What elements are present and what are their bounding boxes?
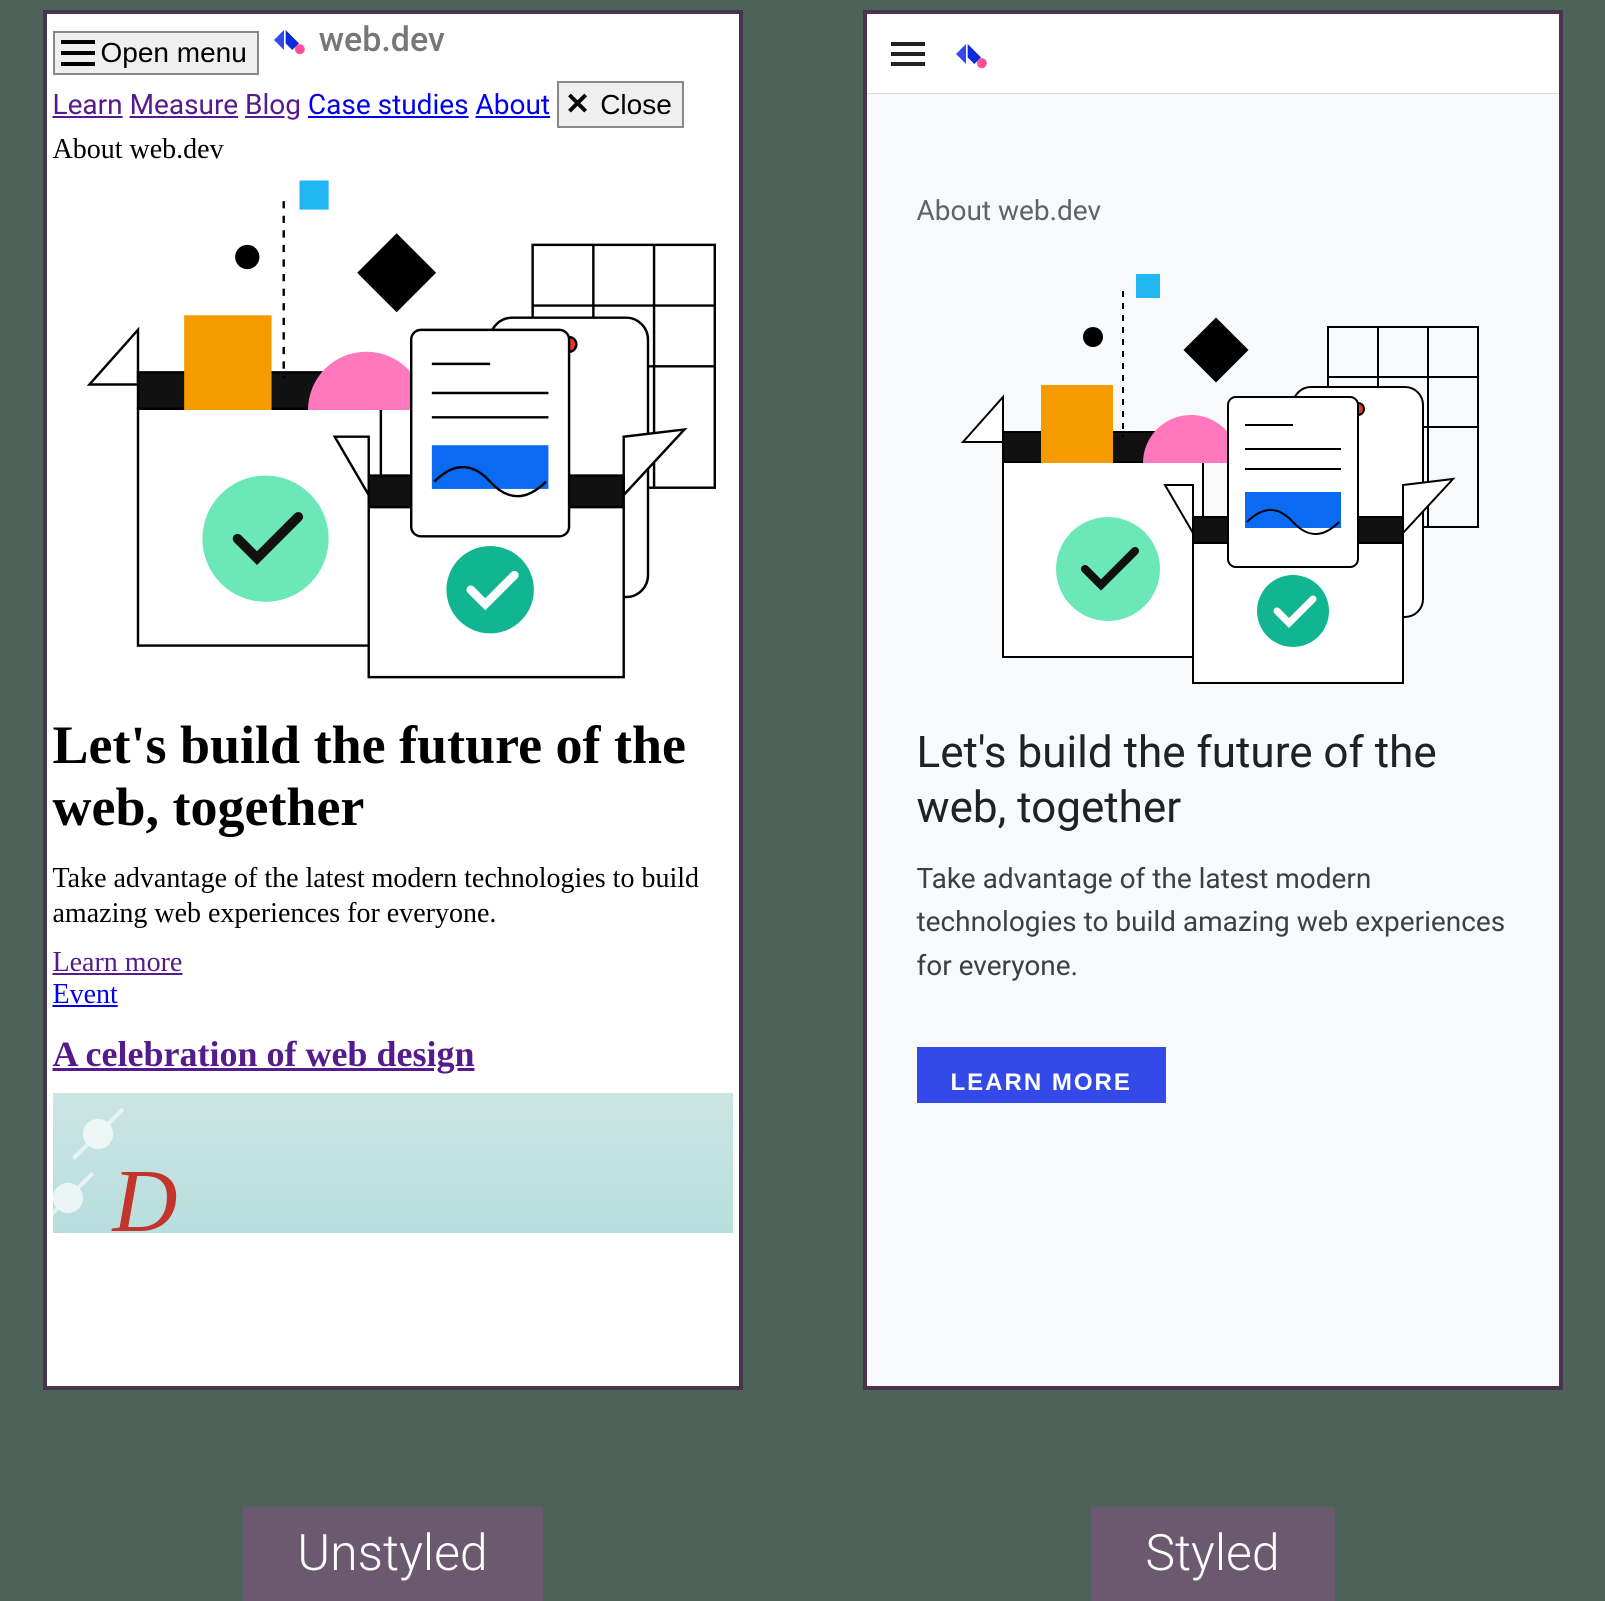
- page-heading: Let's build the future of the web, toget…: [47, 694, 739, 844]
- unstyled-mockup: Open menu web.dev Learn Measure Blog Cas…: [43, 10, 743, 1390]
- hamburger-button[interactable]: [891, 42, 925, 66]
- caption-unstyled: Unstyled: [242, 1507, 542, 1601]
- breadcrumb: About web.dev: [47, 134, 739, 172]
- event-banner-image: D: [53, 1093, 733, 1233]
- logo-mark-icon[interactable]: [951, 34, 991, 74]
- close-icon: ✕: [565, 87, 590, 122]
- primary-nav: Learn Measure Blog Case studies About ✕ …: [47, 75, 739, 134]
- logo-text: web.dev: [319, 20, 445, 60]
- hamburger-icon: [61, 40, 95, 66]
- page-subtext: Take advantage of the latest modern tech…: [47, 845, 739, 947]
- app-header: [867, 14, 1559, 94]
- open-menu-label: Open menu: [101, 37, 247, 69]
- styled-mockup: About web.dev Let's build the future of …: [863, 10, 1563, 1390]
- hero-illustration: [933, 267, 1493, 697]
- nav-measure[interactable]: Measure: [130, 88, 239, 121]
- celebration-link[interactable]: A celebration of web design: [53, 1034, 475, 1074]
- nav-learn[interactable]: Learn: [53, 88, 123, 121]
- nav-blog[interactable]: Blog: [245, 88, 301, 121]
- learn-more-link[interactable]: Learn more: [53, 947, 733, 979]
- nav-case-studies[interactable]: Case studies: [308, 88, 469, 121]
- site-logo[interactable]: web.dev: [269, 20, 445, 60]
- breadcrumb: About web.dev: [917, 194, 1509, 227]
- learn-more-label: LEARN MORE: [951, 1069, 1132, 1096]
- caption-styled: Styled: [1090, 1507, 1334, 1601]
- close-menu-button[interactable]: ✕ Close: [557, 81, 684, 128]
- close-label: Close: [600, 89, 672, 121]
- nav-about[interactable]: About: [476, 88, 551, 121]
- logo-mark-icon: [269, 20, 309, 60]
- celebration-heading: A celebration of web design: [47, 1011, 739, 1085]
- page-heading: Let's build the future of the web, toget…: [917, 725, 1509, 835]
- hero-illustration: [47, 172, 739, 694]
- event-link[interactable]: Event: [53, 979, 733, 1011]
- open-menu-button[interactable]: Open menu: [53, 31, 259, 75]
- learn-more-button[interactable]: LEARN MORE: [917, 1047, 1166, 1103]
- page-subtext: Take advantage of the latest modern tech…: [917, 857, 1509, 987]
